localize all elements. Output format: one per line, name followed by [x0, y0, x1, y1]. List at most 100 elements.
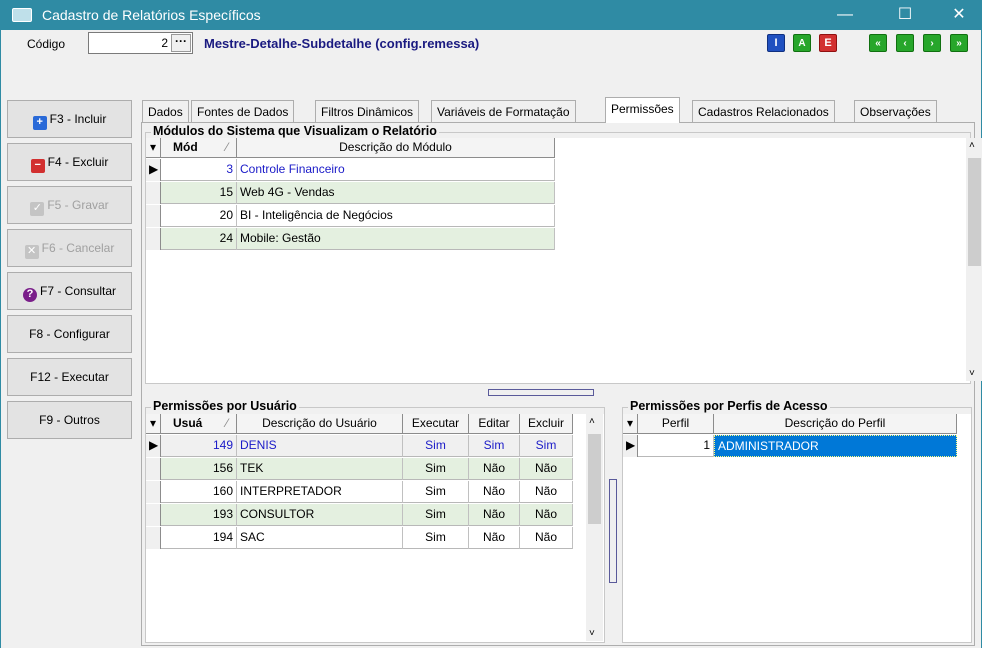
modulos-scrollbar[interactable]: ˄ ˅: [966, 138, 982, 381]
scrollbar-thumb[interactable]: [588, 434, 601, 524]
check-icon: ✓: [30, 202, 45, 216]
cancelar-button[interactable]: ✕ F6 - Cancelar: [7, 229, 132, 267]
table-row[interactable]: 15 Web 4G - Vendas: [146, 182, 555, 204]
incluir-button[interactable]: + F3 - Incluir: [7, 100, 132, 138]
last-record-button[interactable]: »: [950, 34, 968, 52]
scroll-down-icon[interactable]: ˅: [589, 628, 595, 639]
tab-observacoes[interactable]: Observações: [854, 100, 937, 122]
modulos-col-desc[interactable]: Descrição do Módulo: [237, 138, 555, 158]
prev-record-button[interactable]: ‹: [896, 34, 914, 52]
exclude-mode-button[interactable]: E: [819, 34, 837, 52]
table-row[interactable]: ▶ 3 Controle Financeiro: [146, 159, 555, 181]
table-row[interactable]: 194 SAC Sim Não Não: [146, 527, 573, 549]
perfil-id-cell: 1: [638, 435, 714, 457]
excluir-cell: Não: [520, 458, 573, 480]
modulo-cell: 15: [161, 182, 237, 204]
table-row[interactable]: ▶ 149 DENIS Sim Sim Sim: [146, 435, 573, 457]
scrollbar-thumb[interactable]: [968, 158, 981, 266]
table-row[interactable]: 20 BI - Inteligência de Negócios: [146, 205, 555, 227]
x-icon: ✕: [24, 245, 39, 259]
perfil-desc-cell: ADMINISTRADOR: [714, 435, 957, 457]
usuario-desc-cell: TEK: [237, 458, 403, 480]
modulo-desc-cell: Web 4G - Vendas: [237, 182, 555, 204]
executar-cell: Sim: [403, 458, 469, 480]
row-indicator: [146, 527, 161, 549]
sort-icon: ⁄: [225, 416, 228, 430]
usuarios-col-excluir[interactable]: Excluir: [520, 414, 573, 434]
editar-cell: Não: [469, 458, 520, 480]
modulo-desc-cell: Mobile: Gestão: [237, 228, 555, 250]
modulos-col-mod-label: Mód: [173, 140, 198, 154]
modulo-cell: 24: [161, 228, 237, 250]
usuarios-scrollbar[interactable]: ˄ ˅: [586, 414, 603, 641]
minimize-button[interactable]: —: [822, 0, 868, 30]
tab-dados[interactable]: Dados: [142, 100, 189, 122]
perfis-group-title: Permissões por Perfis de Acesso: [628, 399, 830, 413]
modulo-cell: 20: [161, 205, 237, 227]
gravar-button[interactable]: ✓ F5 - Gravar: [7, 186, 132, 224]
row-indicator: [146, 205, 161, 227]
sort-icon: ⁄: [225, 140, 228, 154]
table-row[interactable]: 24 Mobile: Gestão: [146, 228, 555, 250]
excluir-button[interactable]: − F4 - Excluir: [7, 143, 132, 181]
modulos-col-mod[interactable]: Mód ⁄: [161, 138, 237, 158]
executar-button[interactable]: F12 - Executar: [7, 358, 132, 396]
usuarios-col-executar[interactable]: Executar: [403, 414, 469, 434]
executar-cell: Sim: [403, 435, 469, 457]
usuario-desc-cell: DENIS: [237, 435, 403, 457]
modulo-desc-cell: Controle Financeiro: [237, 159, 555, 181]
maximize-button[interactable]: ☐: [882, 0, 928, 30]
tab-variaveis-de-formatacao[interactable]: Variáveis de Formatação: [431, 100, 576, 122]
first-record-button[interactable]: «: [869, 34, 887, 52]
close-button[interactable]: ✕: [936, 0, 982, 30]
usuario-id-cell: 194: [161, 527, 237, 549]
horizontal-splitter-handle[interactable]: [488, 389, 594, 396]
scroll-up-icon[interactable]: ˄: [969, 140, 975, 151]
editar-cell: Sim: [469, 435, 520, 457]
vertical-splitter-handle[interactable]: [609, 479, 617, 583]
scroll-up-icon[interactable]: ˄: [589, 416, 595, 427]
modulo-desc-cell: BI - Inteligência de Negócios: [237, 205, 555, 227]
modulos-grid[interactable]: ▾ Mód ⁄ Descrição do Módulo ▶ 3 Controle …: [146, 138, 982, 383]
tab-permissoes[interactable]: Permissões: [605, 97, 680, 123]
perfis-grid-menu-icon[interactable]: ▾: [623, 414, 638, 434]
table-row[interactable]: ▶ 1 ADMINISTRADOR: [623, 435, 957, 457]
perfis-grid[interactable]: ▾ Perfil Descrição do Perfil ▶ 1 ADMINIS…: [623, 414, 971, 642]
insert-mode-button[interactable]: I: [767, 34, 785, 52]
table-row[interactable]: 156 TEK Sim Não Não: [146, 458, 573, 480]
tab-filtros-dinamicos[interactable]: Filtros Dinâmicos: [315, 100, 420, 122]
outros-button[interactable]: F9 - Outros: [7, 401, 132, 439]
usuarios-grid-menu-icon[interactable]: ▾: [146, 414, 161, 434]
consultar-label: F7 - Consultar: [39, 284, 117, 298]
usuario-desc-cell: INTERPRETADOR: [237, 481, 403, 503]
next-record-button[interactable]: ›: [923, 34, 941, 52]
gravar-label: F5 - Gravar: [47, 198, 109, 212]
usuarios-grid[interactable]: ▾ Usuá ⁄ Descrição do Usuário Executar Ed…: [146, 414, 604, 642]
usuarios-group-title: Permissões por Usuário: [151, 399, 299, 413]
usuarios-col-desc[interactable]: Descrição do Usuário: [237, 414, 403, 434]
table-row[interactable]: 160 INTERPRETADOR Sim Não Não: [146, 481, 573, 503]
perfis-col-desc[interactable]: Descrição do Perfil: [714, 414, 957, 434]
perfis-col-id[interactable]: Perfil: [638, 414, 714, 434]
table-row[interactable]: 193 CONSULTOR Sim Não Não: [146, 504, 573, 526]
tab-fontes-de-dados[interactable]: Fontes de Dados: [191, 100, 295, 122]
editar-cell: Não: [469, 504, 520, 526]
executar-cell: Sim: [403, 504, 469, 526]
usuarios-col-id[interactable]: Usuá ⁄: [161, 414, 237, 434]
tab-cadastros-relacionados[interactable]: Cadastros Relacionados: [692, 100, 835, 122]
codigo-lookup-button[interactable]: ···: [171, 34, 191, 52]
row-indicator: [146, 182, 161, 204]
modulos-grid-menu-icon[interactable]: ▾: [146, 138, 161, 158]
alter-mode-button[interactable]: A: [793, 34, 811, 52]
consultar-button[interactable]: ? F7 - Consultar: [7, 272, 132, 310]
usuarios-col-editar[interactable]: Editar: [469, 414, 520, 434]
usuario-id-cell: 193: [161, 504, 237, 526]
configurar-button[interactable]: F8 - Configurar: [7, 315, 132, 353]
current-row-indicator: ▶: [146, 435, 161, 457]
cancelar-label: F6 - Cancelar: [41, 241, 115, 255]
perfis-group: Permissões por Perfis de Acesso ▾ Perfil…: [622, 399, 972, 643]
usuarios-group: Permissões por Usuário ▾ Usuá ⁄ Descrição…: [145, 399, 605, 643]
scroll-down-icon[interactable]: ˅: [969, 368, 975, 379]
title-bar: Cadastro de Relatórios Específicos — ☐ ✕: [0, 0, 982, 30]
excluir-cell: Sim: [520, 435, 573, 457]
